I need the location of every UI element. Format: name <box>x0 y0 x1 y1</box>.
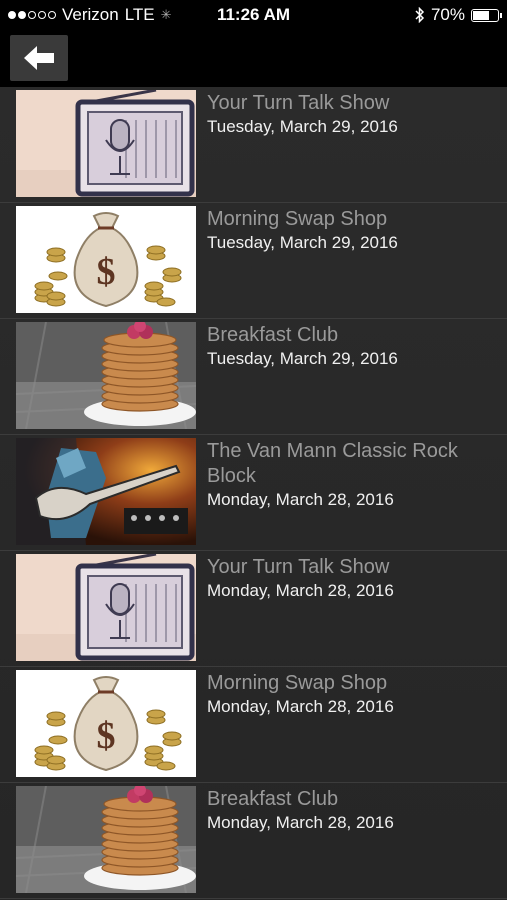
episode-list-item[interactable]: $ Morning Swap Shop Monday, March 28, 20… <box>0 667 507 783</box>
episode-list[interactable]: Your Turn Talk Show Tuesday, March 29, 2… <box>0 87 507 900</box>
episode-list-item[interactable]: The Van Mann Classic Rock Block Monday, … <box>0 435 507 551</box>
episode-title: Breakfast Club Tuesday, March 29, 2016 <box>207 323 497 371</box>
status-right: 70% <box>415 5 502 25</box>
episode-title-text: Morning Swap Shop <box>207 208 388 230</box>
back-button[interactable] <box>10 35 68 81</box>
episode-date: Monday, March 28, 2016 <box>207 813 394 832</box>
episode-title-text: Breakfast Club <box>207 788 339 810</box>
svg-text:$: $ <box>97 715 116 757</box>
episode-title-text: Breakfast Club <box>207 324 339 346</box>
money-bag-thumbnail: $ <box>16 206 196 313</box>
back-arrow-icon <box>24 46 54 70</box>
episode-date: Tuesday, March 29, 2016 <box>207 117 398 136</box>
episode-title: Your Turn Talk Show Monday, March 28, 20… <box>207 555 497 603</box>
pancakes-thumbnail <box>16 786 196 893</box>
battery-icon <box>471 8 502 22</box>
battery-percent: 70% <box>430 5 465 24</box>
pancakes-thumbnail <box>16 322 196 429</box>
bluetooth-icon <box>415 7 425 23</box>
episode-list-item[interactable]: Your Turn Talk Show Monday, March 28, 20… <box>0 551 507 667</box>
status-bar: Verizon LTE ✳ 11:26 AM 70% <box>0 0 507 30</box>
svg-text:$: $ <box>97 251 116 293</box>
episode-list-item[interactable]: Breakfast Club Monday, March 28, 2016 <box>0 783 507 899</box>
episode-title: Morning Swap Shop Tuesday, March 29, 201… <box>207 207 497 255</box>
episode-date: Monday, March 28, 2016 <box>207 490 394 509</box>
episode-list-item[interactable]: $ Morning Swap Shop Tuesday, March 29, 2… <box>0 203 507 319</box>
episode-date: Tuesday, March 29, 2016 <box>207 349 398 368</box>
episode-title: The Van Mann Classic Rock Block Monday, … <box>207 439 497 512</box>
episode-list-item[interactable]: Breakfast Club Tuesday, March 29, 2016 <box>0 319 507 435</box>
episode-date: Monday, March 28, 2016 <box>207 581 394 600</box>
episode-title-text: The Van Mann Classic Rock Block <box>207 440 458 487</box>
radio-thumbnail <box>16 90 196 197</box>
episode-title: Your Turn Talk Show Tuesday, March 29, 2… <box>207 91 497 139</box>
money-bag-thumbnail: $ <box>16 670 196 777</box>
radio-thumbnail <box>16 554 196 661</box>
episode-list-item[interactable]: Your Turn Talk Show Tuesday, March 29, 2… <box>0 87 507 203</box>
episode-date: Monday, March 28, 2016 <box>207 697 394 716</box>
episode-title: Morning Swap Shop Monday, March 28, 2016 <box>207 671 497 719</box>
episode-date: Tuesday, March 29, 2016 <box>207 233 398 252</box>
episode-title-text: Your Turn Talk Show <box>207 556 390 578</box>
episode-title-text: Your Turn Talk Show <box>207 92 390 114</box>
guitarist-thumbnail <box>16 438 196 545</box>
nav-bar <box>0 30 507 87</box>
episode-title-text: Morning Swap Shop <box>207 672 388 694</box>
episode-title: Breakfast Club Monday, March 28, 2016 <box>207 787 497 835</box>
